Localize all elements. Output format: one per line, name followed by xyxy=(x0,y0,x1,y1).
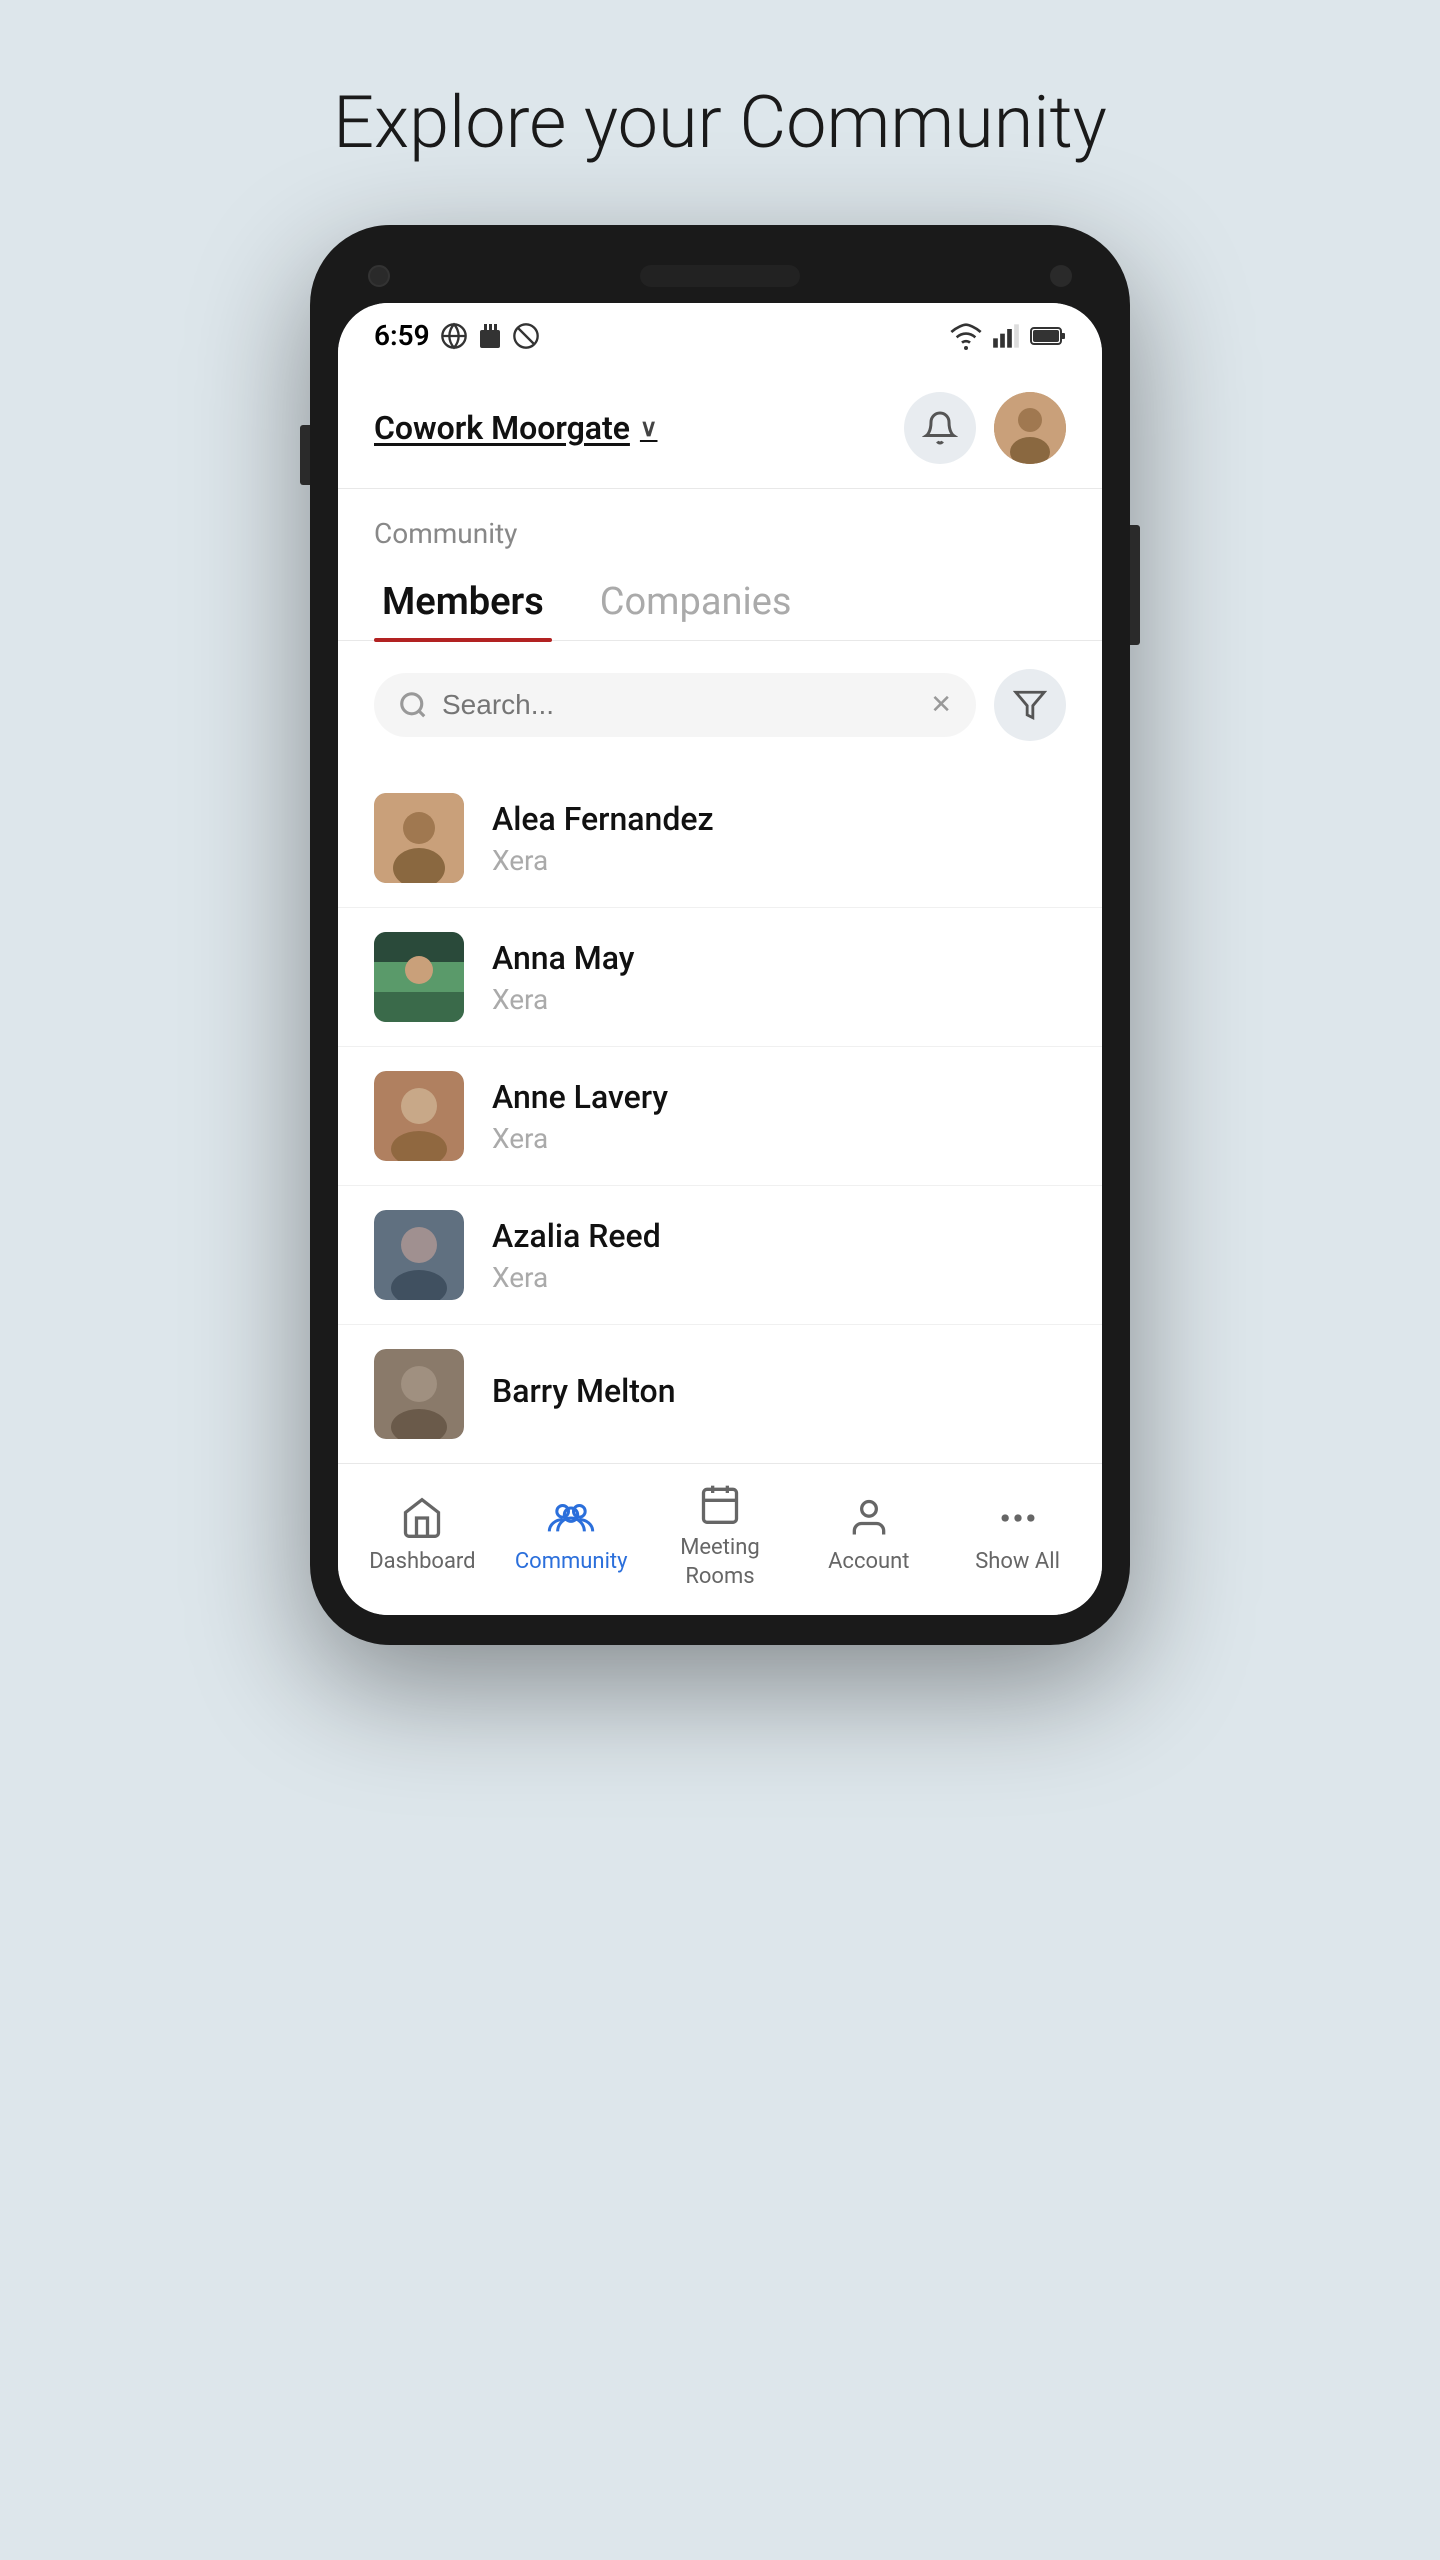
status-right xyxy=(950,322,1066,350)
dots-icon xyxy=(996,1496,1040,1540)
sd-icon xyxy=(478,322,502,350)
nav-label-community: Community xyxy=(515,1548,628,1577)
member-company: Xera xyxy=(492,844,714,877)
search-icon xyxy=(398,690,428,720)
nav-item-meeting-rooms[interactable]: MeetingRooms xyxy=(660,1482,780,1591)
filter-button[interactable] xyxy=(994,669,1066,741)
member-avatar xyxy=(374,1071,464,1161)
content-area: Community Members Companies ✕ xyxy=(338,489,1102,1463)
member-list: Alea Fernandez Xera xyxy=(338,769,1102,1463)
bell-icon xyxy=(922,410,958,446)
list-item[interactable]: Alea Fernandez Xera xyxy=(338,769,1102,908)
list-item[interactable]: Anna May Xera xyxy=(338,908,1102,1047)
tab-members[interactable]: Members xyxy=(374,560,552,640)
home-icon xyxy=(400,1496,444,1540)
calendar-icon xyxy=(698,1482,742,1526)
chevron-down-icon: ∨ xyxy=(640,414,658,442)
member-name: Anne Lavery xyxy=(492,1078,668,1116)
member-avatar xyxy=(374,1210,464,1300)
phone-shell: 6:59 xyxy=(310,225,1130,1645)
list-item[interactable]: Azalia Reed Xera xyxy=(338,1186,1102,1325)
member-name: Alea Fernandez xyxy=(492,800,714,838)
member-company: Xera xyxy=(492,983,634,1016)
signal-icon xyxy=(992,322,1020,350)
nav-label-account: Account xyxy=(828,1548,909,1577)
nav-item-show-all[interactable]: Show All xyxy=(958,1496,1078,1577)
member-info: Azalia Reed Xera xyxy=(492,1217,661,1294)
nav-label-dashboard: Dashboard xyxy=(369,1548,475,1577)
member-info: Alea Fernandez Xera xyxy=(492,800,714,877)
member-info: Barry Melton xyxy=(492,1372,676,1416)
member-name: Azalia Reed xyxy=(492,1217,661,1255)
workspace-name: Cowork Moorgate xyxy=(374,409,630,447)
list-item[interactable]: Anne Lavery Xera xyxy=(338,1047,1102,1186)
phone-notch xyxy=(338,255,1102,303)
nav-item-account[interactable]: Account xyxy=(809,1496,929,1577)
sensor xyxy=(1050,265,1072,287)
phone-screen: 6:59 xyxy=(338,303,1102,1615)
bottom-nav: Dashboard Community xyxy=(338,1463,1102,1615)
nav-label-show-all: Show All xyxy=(975,1548,1060,1577)
no-disturb-icon xyxy=(512,322,540,350)
user-avatar-button[interactable] xyxy=(994,392,1066,464)
wifi-icon xyxy=(950,322,982,350)
side-button-left xyxy=(300,425,310,485)
member-company: Xera xyxy=(492,1122,668,1155)
search-row: ✕ xyxy=(338,641,1102,769)
status-time: 6:59 xyxy=(374,319,430,352)
avatar xyxy=(994,392,1066,464)
member-info: Anna May Xera xyxy=(492,939,634,1016)
filter-icon xyxy=(1013,688,1047,722)
nav-item-community[interactable]: Community xyxy=(511,1496,631,1577)
member-info: Anne Lavery Xera xyxy=(492,1078,668,1155)
member-avatar xyxy=(374,793,464,883)
search-wrapper: ✕ xyxy=(374,673,976,737)
nav-item-dashboard[interactable]: Dashboard xyxy=(362,1496,482,1577)
member-name: Anna May xyxy=(492,939,634,977)
member-name: Barry Melton xyxy=(492,1372,676,1410)
tabs-bar: Members Companies xyxy=(338,560,1102,641)
clear-search-button[interactable]: ✕ xyxy=(930,690,952,720)
notifications-button[interactable] xyxy=(904,392,976,464)
page-title: Explore your Community xyxy=(333,80,1107,165)
person-icon xyxy=(847,1496,891,1540)
status-bar: 6:59 xyxy=(338,303,1102,368)
member-avatar xyxy=(374,1349,464,1439)
search-input[interactable] xyxy=(442,689,916,721)
app-header: Cowork Moorgate ∨ xyxy=(338,368,1102,489)
speaker-grille xyxy=(640,265,800,287)
workspace-selector[interactable]: Cowork Moorgate ∨ xyxy=(374,409,658,447)
side-button-right xyxy=(1130,525,1140,645)
front-camera xyxy=(368,265,390,287)
list-item[interactable]: Barry Melton xyxy=(338,1325,1102,1463)
nav-label-meeting-rooms: MeetingRooms xyxy=(680,1534,760,1591)
globe-icon xyxy=(440,322,468,350)
battery-icon xyxy=(1030,324,1066,348)
member-company: Xera xyxy=(492,1261,661,1294)
member-avatar xyxy=(374,932,464,1022)
community-icon xyxy=(546,1496,596,1540)
tab-companies[interactable]: Companies xyxy=(592,560,800,640)
header-actions xyxy=(904,392,1066,464)
section-label: Community xyxy=(338,489,1102,560)
status-left: 6:59 xyxy=(374,319,540,352)
